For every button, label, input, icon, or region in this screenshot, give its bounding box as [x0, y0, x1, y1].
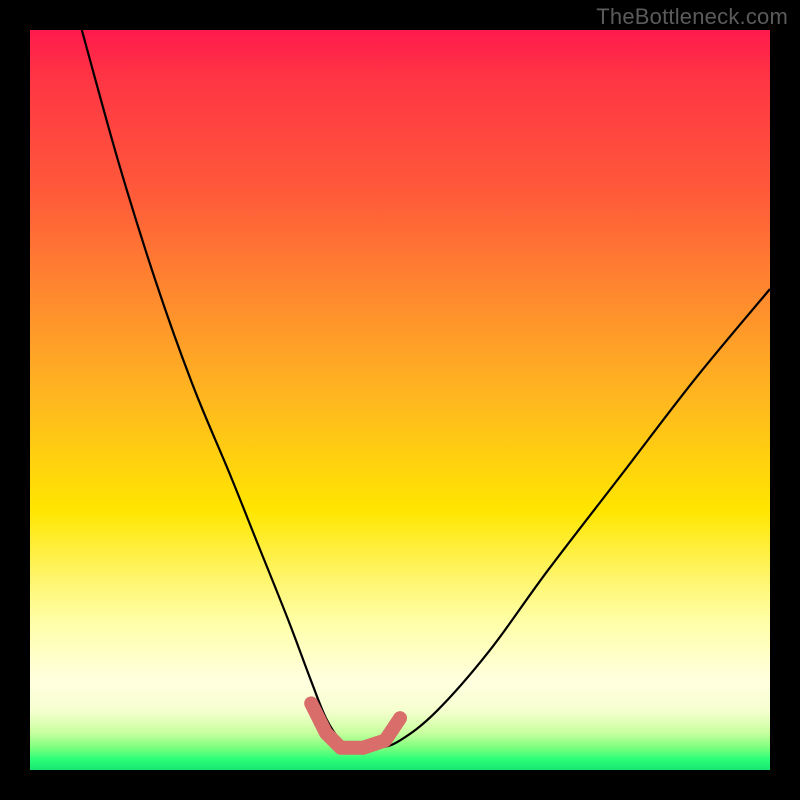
highlight-segment	[311, 703, 400, 747]
chart-frame: TheBottleneck.com	[0, 0, 800, 800]
bottleneck-curve	[82, 30, 770, 749]
curve-layer	[30, 30, 770, 770]
watermark-text: TheBottleneck.com	[596, 4, 788, 30]
plot-area	[30, 30, 770, 770]
